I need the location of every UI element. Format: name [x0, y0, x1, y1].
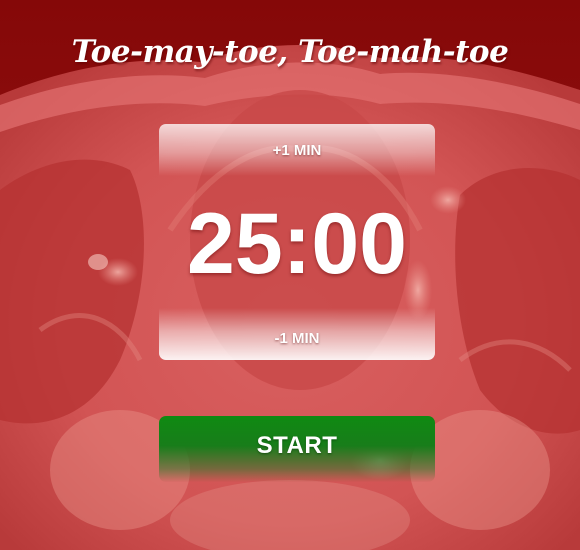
timer-panel: +1 MIN 25:00 -1 MIN	[159, 124, 435, 360]
subtract-minute-label: -1 MIN	[274, 329, 320, 347]
start-button-label: START	[256, 432, 338, 459]
start-button[interactable]: START	[159, 416, 435, 482]
subtract-minute-button[interactable]: -1 MIN	[159, 308, 435, 360]
add-minute-label: +1 MIN	[272, 141, 322, 159]
add-minute-button[interactable]: +1 MIN	[159, 124, 435, 176]
app-title: Toe-may-toe, Toe-mah-toe	[71, 34, 509, 70]
timer-display: 25:00	[187, 196, 407, 292]
